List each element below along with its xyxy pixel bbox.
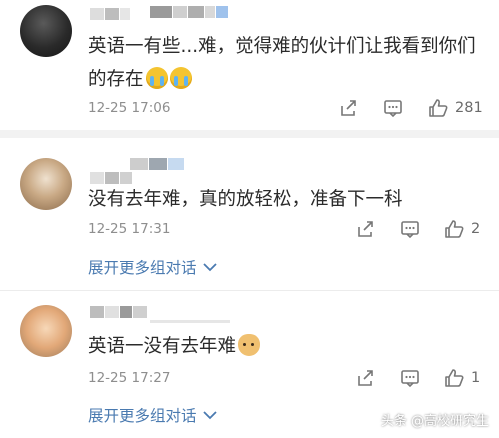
comment-divider [0, 290, 499, 291]
chevron-down-icon [202, 263, 217, 272]
expand-conversation-label: 展开更多组对话 [88, 259, 197, 277]
like-button[interactable]: 1 [444, 368, 480, 388]
reply-button[interactable] [400, 219, 420, 239]
crying-emoji [169, 67, 192, 89]
reply-icon [401, 370, 419, 388]
like-count: 281 [455, 100, 483, 116]
username-underline [150, 320, 231, 323]
watermark: 头条 @高校研究生 [380, 414, 489, 429]
avatar[interactable] [20, 158, 72, 210]
crying-emoji [145, 67, 168, 89]
username-blurred[interactable] [90, 8, 131, 20]
avatar[interactable] [20, 305, 72, 357]
comment-text: 英语一有些...难，觉得难的伙计们让我看到你们的存在 [88, 36, 476, 90]
reply-button[interactable] [383, 98, 403, 118]
comment-timestamp: 12-25 17:06 [88, 100, 171, 116]
share-button[interactable] [338, 98, 358, 118]
like-button[interactable]: 2 [444, 219, 480, 239]
like-button[interactable]: 281 [428, 98, 483, 118]
username-blurred[interactable] [90, 306, 148, 318]
chevron-down-icon [202, 411, 217, 420]
reply-icon [401, 221, 419, 239]
expand-conversation-link[interactable]: 展开更多组对话 [88, 256, 217, 278]
comment-list: 英语一有些...难，觉得难的伙计们让我看到你们的存在 12-25 17:06 2… [0, 0, 499, 438]
share-button[interactable] [355, 368, 375, 388]
like-icon [429, 99, 448, 117]
username-blurred[interactable] [130, 158, 185, 170]
share-icon [341, 100, 356, 116]
like-icon [445, 220, 464, 238]
comment-text: 没有去年难，真的放轻松，准备下一科 [88, 189, 403, 210]
avatar[interactable] [20, 5, 72, 57]
reply-icon [384, 100, 402, 118]
share-button[interactable] [355, 219, 375, 239]
doge-emoji [238, 334, 261, 356]
username-blurred [150, 6, 229, 18]
like-count: 2 [471, 221, 481, 237]
expand-conversation-link[interactable]: 展开更多组对话 [88, 404, 217, 426]
share-icon [358, 221, 373, 237]
comment-timestamp: 12-25 17:31 [88, 221, 171, 237]
share-icon [358, 370, 373, 386]
expand-conversation-label: 展开更多组对话 [88, 407, 197, 425]
reply-button[interactable] [400, 368, 420, 388]
like-icon [445, 369, 464, 387]
comment-text: 英语一没有去年难 [88, 330, 483, 363]
comment-timestamp: 12-25 17:27 [88, 370, 171, 386]
section-divider [0, 130, 499, 138]
like-count: 1 [471, 370, 481, 386]
